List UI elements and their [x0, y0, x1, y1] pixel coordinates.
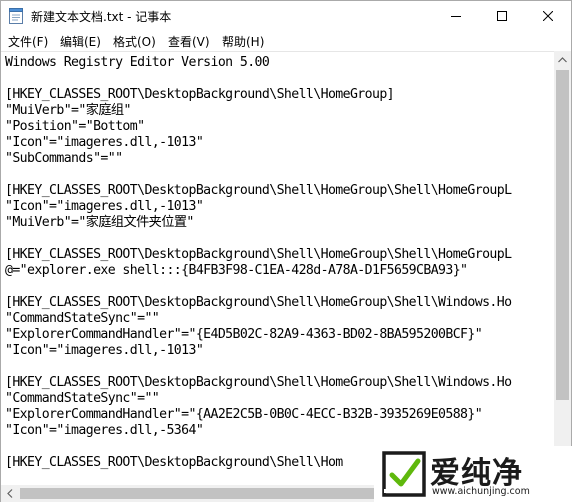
minimize-icon — [451, 16, 461, 17]
menu-format[interactable]: 格式(O) — [113, 33, 156, 50]
close-icon — [543, 11, 553, 21]
window-title: 新建文本文档.txt - 记事本 — [31, 10, 172, 24]
aichunjing-logo — [382, 451, 426, 497]
text-line: "ExplorerCommandHandler"="{E4D5B02C-82A9… — [5, 327, 483, 342]
text-line: "MuiVerb"="家庭组" — [5, 103, 131, 118]
text-line — [5, 359, 511, 375]
text-line: "ExplorerCommandHandler"="{AA2E2C5B-0B0C… — [5, 407, 483, 422]
arrow-left-icon — [6, 489, 12, 498]
text-line: Windows Registry Editor Version 5.00 — [5, 55, 270, 70]
close-button[interactable] — [525, 1, 571, 31]
text-line: "CommandStateSync"="" — [5, 311, 160, 326]
menu-file[interactable]: 文件(F) — [8, 33, 48, 50]
text-line: "MuiVerb"="家庭组文件夹位置" — [5, 215, 194, 230]
editor-content: Windows Registry Editor Version 5.00 [HKE… — [5, 55, 512, 471]
watermark-url: www.aichunjing.com — [432, 486, 530, 497]
text-editor[interactable]: Windows Registry Editor Version 5.00 [HKE… — [1, 51, 554, 485]
text-line — [5, 279, 511, 295]
notepad-icon[interactable] — [9, 8, 23, 24]
arrow-up-icon — [558, 56, 567, 62]
watermark: 爱纯净 www.aichunjing.com — [374, 446, 572, 502]
minimize-button[interactable] — [433, 1, 479, 31]
text-line: [HKEY_CLASSES_ROOT\DesktopBackground\She… — [5, 183, 512, 198]
text-line: [HKEY_CLASSES_ROOT\DesktopBackground\She… — [5, 87, 395, 102]
vertical-scroll-thumb[interactable] — [556, 70, 569, 400]
maximize-icon — [497, 11, 507, 21]
text-line: [HKEY_CLASSES_ROOT\DesktopBackground\She… — [5, 375, 512, 390]
text-line: @="explorer.exe shell:::{B4FB3F98-C1EA-4… — [5, 263, 468, 278]
text-line: "Position"="Bottom" — [5, 119, 145, 134]
maximize-button[interactable] — [479, 1, 525, 31]
horizontal-scroll-thumb[interactable] — [20, 488, 380, 499]
text-line: "SubCommands"="" — [5, 151, 123, 166]
scroll-up-button[interactable] — [554, 51, 571, 68]
notepad-window: 新建文本文档.txt - 记事本 文件(F) 编辑(E) 格式(O) 查看(V)… — [0, 0, 572, 502]
text-line — [5, 71, 511, 87]
menu-bar: 文件(F) 编辑(E) 格式(O) 查看(V) 帮助(H) — [1, 31, 571, 51]
menu-help[interactable]: 帮助(H) — [222, 33, 264, 50]
text-line: [HKEY_CLASSES_ROOT\DesktopBackground\She… — [5, 295, 512, 310]
text-line — [5, 231, 511, 247]
text-line — [5, 167, 511, 183]
title-bar[interactable]: 新建文本文档.txt - 记事本 — [1, 1, 571, 31]
menu-edit[interactable]: 编辑(E) — [60, 33, 101, 50]
text-line: "Icon"="imageres.dll,-1013" — [5, 343, 204, 358]
text-line: "Icon"="imageres.dll,-1013" — [5, 199, 204, 214]
scroll-left-button[interactable] — [1, 485, 18, 502]
text-line: "CommandStateSync"="" — [5, 391, 160, 406]
menu-view[interactable]: 查看(V) — [168, 33, 210, 50]
text-line: "Icon"="imageres.dll,-1013" — [5, 135, 204, 150]
text-line: [HKEY_CLASSES_ROOT\DesktopBackground\She… — [5, 247, 512, 262]
text-line: "Icon"="imageres.dll,-5364" — [5, 423, 204, 438]
vertical-scrollbar[interactable] — [554, 51, 571, 485]
